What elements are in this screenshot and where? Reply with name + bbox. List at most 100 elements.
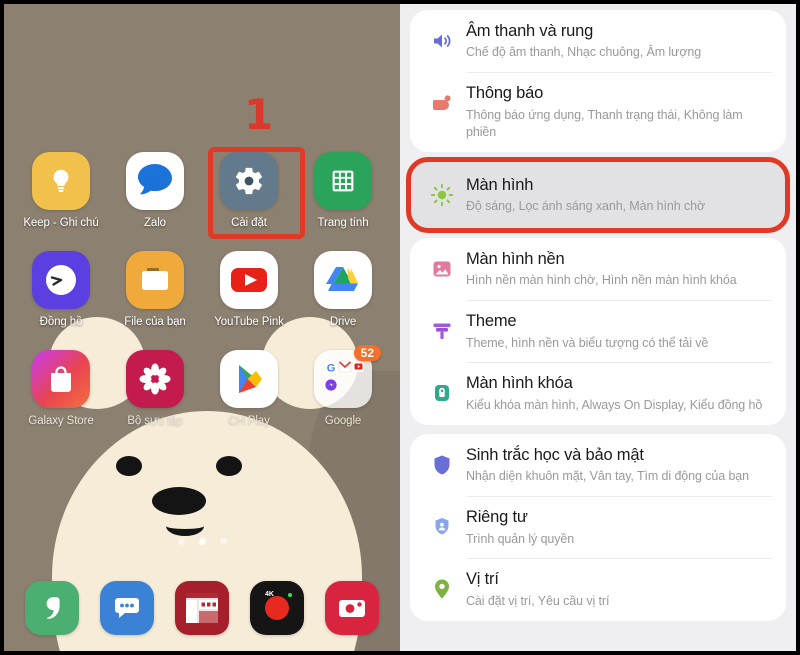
- svg-text:G: G: [327, 363, 336, 375]
- app-row: Galaxy Store Bộ sưu tập CH Play G 52 Goo…: [14, 345, 390, 427]
- app-youtube[interactable]: YouTube Pink: [207, 251, 291, 328]
- settings-row-title: Màn hình nền: [466, 249, 565, 268]
- notification-bubble-icon: [418, 83, 466, 115]
- app-drive[interactable]: Drive: [301, 251, 385, 328]
- settings-row-title: Thông báo: [466, 84, 544, 103]
- speaker-volume-icon: [418, 21, 466, 53]
- settings-row-text: Sinh trắc học và bảo mật Nhận diện khuôn…: [466, 445, 772, 485]
- settings-row-subtitle: Chế độ âm thanh, Nhạc chuông, Âm lượng: [466, 45, 702, 60]
- svg-text:4K: 4K: [265, 591, 274, 598]
- settings-row-subtitle: Theme, hình nền và biểu tượng có thể tải…: [466, 335, 709, 350]
- settings-group-security-privacy-location: Sinh trắc học và bảo mật Nhận diện khuôn…: [410, 433, 786, 621]
- svg-text:Zalo: Zalo: [142, 170, 169, 185]
- phone-handset-icon[interactable]: [24, 581, 79, 635]
- app-label: YouTube Pink: [214, 316, 284, 328]
- settings-row-title: Sinh trắc học và bảo mật: [466, 445, 644, 464]
- youtube-icon[interactable]: [220, 251, 278, 309]
- news-layout-icon[interactable]: [174, 581, 229, 635]
- app-label: Galaxy Store: [28, 415, 94, 427]
- clock-icon[interactable]: [32, 251, 90, 309]
- settings-row-subtitle: Thông báo ứng dụng, Thanh trạng thái, Kh…: [466, 107, 743, 139]
- settings-row-biometrics-and-security[interactable]: Sinh trắc học và bảo mật Nhận diện khuôn…: [410, 434, 786, 496]
- settings-row-text: Vị trí Cài đặt vị trí, Yêu cầu vị trí: [466, 569, 772, 609]
- app-galaxy-store[interactable]: Galaxy Store: [19, 350, 103, 427]
- settings-row-subtitle: Cài đặt vị trí, Yêu cầu vị trí: [466, 593, 610, 608]
- image-picture-icon: [418, 249, 466, 281]
- app-label: Trang tính: [317, 217, 369, 229]
- app-grid: Keep - Ghi chú Zalo Zalo Cài đặt Trang t…: [4, 4, 400, 449]
- android-home-screen: Keep - Ghi chú Zalo Zalo Cài đặt Trang t…: [0, 0, 400, 655]
- settings-row-lock-screen[interactable]: Màn hình khóa Kiểu khóa màn hình, Always…: [410, 362, 786, 424]
- app-my-files[interactable]: File của bạn: [113, 251, 197, 328]
- settings-row-wallpaper[interactable]: Màn hình nền Hình nền màn hình chờ, Hình…: [410, 238, 786, 300]
- settings-row-subtitle: Độ sáng, Lọc ánh sáng xanh, Màn hình chờ: [466, 198, 706, 213]
- settings-highlight-box: [208, 147, 305, 239]
- flower-gallery-icon[interactable]: [126, 350, 184, 408]
- shield-person-icon: [418, 507, 466, 539]
- settings-row-sound-and-vibration[interactable]: Âm thanh và rung Chế độ âm thanh, Nhạc c…: [410, 10, 786, 72]
- paint-brush-icon: [418, 311, 466, 343]
- zalo-icon[interactable]: Zalo: [126, 152, 184, 210]
- location-pin-icon: [418, 569, 466, 601]
- settings-row-title: Màn hình: [466, 175, 534, 194]
- shopping-bag-icon[interactable]: [32, 350, 90, 408]
- padlock-icon: [418, 373, 466, 405]
- app-play-store[interactable]: CH Play: [207, 350, 291, 427]
- app-label: Drive: [329, 316, 357, 328]
- message-bubble-icon[interactable]: [99, 581, 154, 635]
- settings-row-text: Màn hình Độ sáng, Lọc ánh sáng xanh, Màn…: [466, 175, 772, 215]
- record-button-icon[interactable]: 4K: [250, 581, 305, 635]
- settings-row-title: Vị trí: [466, 570, 499, 589]
- app-google-folder[interactable]: G 52 Google: [301, 345, 385, 427]
- step-marker-one: 1: [244, 90, 274, 139]
- settings-row-text: Màn hình khóa Kiểu khóa màn hình, Always…: [466, 373, 772, 413]
- page-indicator[interactable]: [4, 538, 400, 545]
- camera-icon[interactable]: [325, 581, 380, 635]
- app-keep[interactable]: Keep - Ghi chú: [19, 152, 103, 229]
- settings-row-title: Màn hình khóa: [466, 374, 573, 393]
- settings-row-title: Theme: [466, 312, 517, 331]
- tutorial-screenshot: Keep - Ghi chú Zalo Zalo Cài đặt Trang t…: [0, 0, 800, 655]
- settings-row-notifications[interactable]: Thông báo Thông báo ứng dụng, Thanh trạn…: [410, 72, 786, 151]
- app-label: Google: [324, 415, 362, 427]
- notification-badge: 52: [353, 345, 381, 361]
- app-gallery[interactable]: Bộ sưu tập: [113, 350, 197, 427]
- settings-row-title: Riêng tư: [466, 508, 528, 527]
- page-dot[interactable]: [219, 538, 227, 545]
- app-zalo[interactable]: Zalo Zalo: [113, 152, 197, 229]
- google-drive-icon[interactable]: [314, 251, 372, 309]
- settings-row-text: Màn hình nền Hình nền màn hình chờ, Hình…: [466, 249, 772, 289]
- keep-notes-icon[interactable]: [32, 152, 90, 210]
- settings-row-location[interactable]: Vị trí Cài đặt vị trí, Yêu cầu vị trí: [410, 558, 786, 620]
- page-dot-active[interactable]: [198, 538, 206, 545]
- app-label: CH Play: [228, 415, 270, 427]
- settings-group-sound-notification: Âm thanh và rung Chế độ âm thanh, Nhạc c…: [410, 10, 786, 152]
- app-label: Đồng hồ: [39, 316, 83, 328]
- page-dot[interactable]: [177, 538, 185, 545]
- settings-row-text: Thông báo Thông báo ứng dụng, Thanh trạn…: [466, 83, 772, 140]
- app-clock[interactable]: Đồng hồ: [19, 251, 103, 328]
- folder-icon[interactable]: [126, 251, 184, 309]
- settings-row-subtitle: Hình nền màn hình chờ, Hình nền màn hình…: [466, 273, 737, 288]
- settings-list-screen: Âm thanh và rung Chế độ âm thanh, Nhạc c…: [400, 0, 800, 655]
- settings-row-text: Riêng tư Trình quản lý quyền: [466, 507, 772, 547]
- google-play-icon[interactable]: [220, 350, 278, 408]
- shield-icon: [418, 445, 466, 477]
- settings-row-display[interactable]: Màn hình Độ sáng, Lọc ánh sáng xanh, Màn…: [410, 161, 786, 229]
- settings-row-privacy[interactable]: Riêng tư Trình quản lý quyền: [410, 496, 786, 558]
- app-label: Keep - Ghi chú: [23, 217, 99, 229]
- app-label: Zalo: [144, 217, 166, 229]
- app-label: File của bạn: [124, 316, 186, 328]
- google-sheets-icon[interactable]: [314, 152, 372, 210]
- settings-row-display-card[interactable]: Màn hình Độ sáng, Lọc ánh sáng xanh, Màn…: [410, 160, 786, 229]
- settings-group-wallpaper-theme-lock: Màn hình nền Hình nền màn hình chờ, Hình…: [410, 237, 786, 425]
- settings-row-text: Âm thanh và rung Chế độ âm thanh, Nhạc c…: [466, 21, 772, 61]
- app-label: Bộ sưu tập: [127, 415, 183, 427]
- dock: 4K: [4, 581, 400, 635]
- app-sheets[interactable]: Trang tính: [301, 152, 385, 229]
- settings-row-subtitle: Kiểu khóa màn hình, Always On Display, K…: [466, 397, 763, 412]
- app-row: Keep - Ghi chú Zalo Zalo Cài đặt Trang t…: [14, 152, 390, 229]
- settings-row-subtitle: Nhận diện khuôn mặt, Vân tay, Tìm di độn…: [466, 469, 750, 484]
- settings-row-theme[interactable]: Theme Theme, hình nền và biểu tượng có t…: [410, 300, 786, 362]
- app-row: Đồng hồ File của bạn YouTube Pink Drive: [14, 251, 390, 328]
